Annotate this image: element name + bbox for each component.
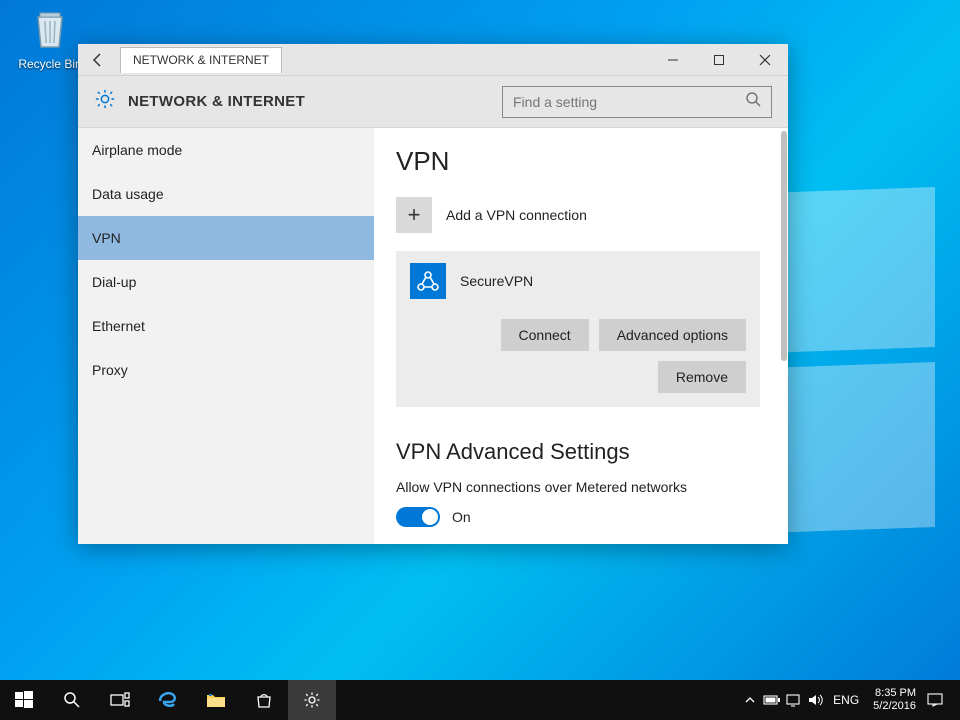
metered-toggle[interactable] <box>396 507 440 527</box>
gear-icon <box>94 88 116 115</box>
plus-icon: + <box>396 197 432 233</box>
vpn-connection-icon <box>410 263 446 299</box>
sidebar-item-vpn[interactable]: VPN <box>78 216 374 260</box>
recycle-bin-icon <box>26 5 74 53</box>
sidebar-item-data-usage[interactable]: Data usage <box>78 172 374 216</box>
network-icon[interactable] <box>783 693 805 707</box>
titlebar: NETWORK & INTERNET <box>78 44 788 76</box>
action-center-icon[interactable] <box>924 693 946 707</box>
vpn-connection-name: SecureVPN <box>460 273 533 289</box>
add-vpn-button[interactable]: + Add a VPN connection <box>396 197 760 233</box>
clock-time: 8:35 PM <box>873 687 916 700</box>
taskbar-app-file-explorer[interactable] <box>192 680 240 720</box>
sidebar-item-label: Airplane mode <box>92 142 182 158</box>
sidebar-item-dial-up[interactable]: Dial-up <box>78 260 374 304</box>
sidebar: Airplane mode Data usage VPN Dial-up Eth… <box>78 128 374 544</box>
window-tab[interactable]: NETWORK & INTERNET <box>120 47 282 73</box>
language-indicator[interactable]: ENG <box>827 693 865 707</box>
system-tray: ENG 8:35 PM 5/2/2016 <box>733 680 960 720</box>
page-title: NETWORK & INTERNET <box>128 93 502 110</box>
section-heading-advanced: VPN Advanced Settings <box>396 439 760 465</box>
close-button[interactable] <box>742 44 788 76</box>
minimize-button[interactable] <box>650 44 696 76</box>
desktop: Recycle Bin NETWORK & INTERNET <box>0 0 960 720</box>
search-icon <box>745 91 761 112</box>
taskbar-app-edge[interactable] <box>144 680 192 720</box>
clock-date: 5/2/2016 <box>873 700 916 713</box>
sidebar-item-label: Proxy <box>92 362 128 378</box>
back-button[interactable] <box>78 44 118 76</box>
sidebar-item-ethernet[interactable]: Ethernet <box>78 304 374 348</box>
header: NETWORK & INTERNET <box>78 76 788 128</box>
volume-icon[interactable] <box>805 693 827 707</box>
window-tab-label: NETWORK & INTERNET <box>133 53 269 67</box>
metered-toggle-row: On <box>396 507 760 527</box>
add-vpn-label: Add a VPN connection <box>446 207 587 223</box>
sidebar-item-label: VPN <box>92 230 121 246</box>
scrollbar-thumb[interactable] <box>781 131 787 361</box>
sidebar-item-airplane-mode[interactable]: Airplane mode <box>78 128 374 172</box>
body: Airplane mode Data usage VPN Dial-up Eth… <box>78 128 788 544</box>
metered-toggle-state: On <box>452 509 471 525</box>
tray-overflow-icon[interactable] <box>739 695 761 705</box>
clock[interactable]: 8:35 PM 5/2/2016 <box>865 687 924 713</box>
taskbar: ENG 8:35 PM 5/2/2016 <box>0 680 960 720</box>
search-box[interactable] <box>502 86 772 118</box>
vpn-connection-card[interactable]: SecureVPN Connect Advanced options Remov… <box>396 251 760 407</box>
search-input[interactable] <box>513 94 745 110</box>
task-view-button[interactable] <box>96 680 144 720</box>
settings-window: NETWORK & INTERNET NETWORK & INTERNET <box>78 44 788 544</box>
sidebar-item-label: Ethernet <box>92 318 145 334</box>
metered-label: Allow VPN connections over Metered netwo… <box>396 479 760 495</box>
search-button[interactable] <box>48 680 96 720</box>
taskbar-app-store[interactable] <box>240 680 288 720</box>
section-heading-vpn: VPN <box>396 146 760 177</box>
battery-icon[interactable] <box>761 694 783 706</box>
sidebar-item-label: Dial-up <box>92 274 136 290</box>
taskbar-app-settings[interactable] <box>288 680 336 720</box>
maximize-button[interactable] <box>696 44 742 76</box>
advanced-options-button[interactable]: Advanced options <box>599 319 746 351</box>
main-content: VPN + Add a VPN connection SecureVPN <box>374 128 788 544</box>
remove-button[interactable]: Remove <box>658 361 746 393</box>
sidebar-item-proxy[interactable]: Proxy <box>78 348 374 392</box>
start-button[interactable] <box>0 680 48 720</box>
connect-button[interactable]: Connect <box>501 319 589 351</box>
sidebar-item-label: Data usage <box>92 186 164 202</box>
